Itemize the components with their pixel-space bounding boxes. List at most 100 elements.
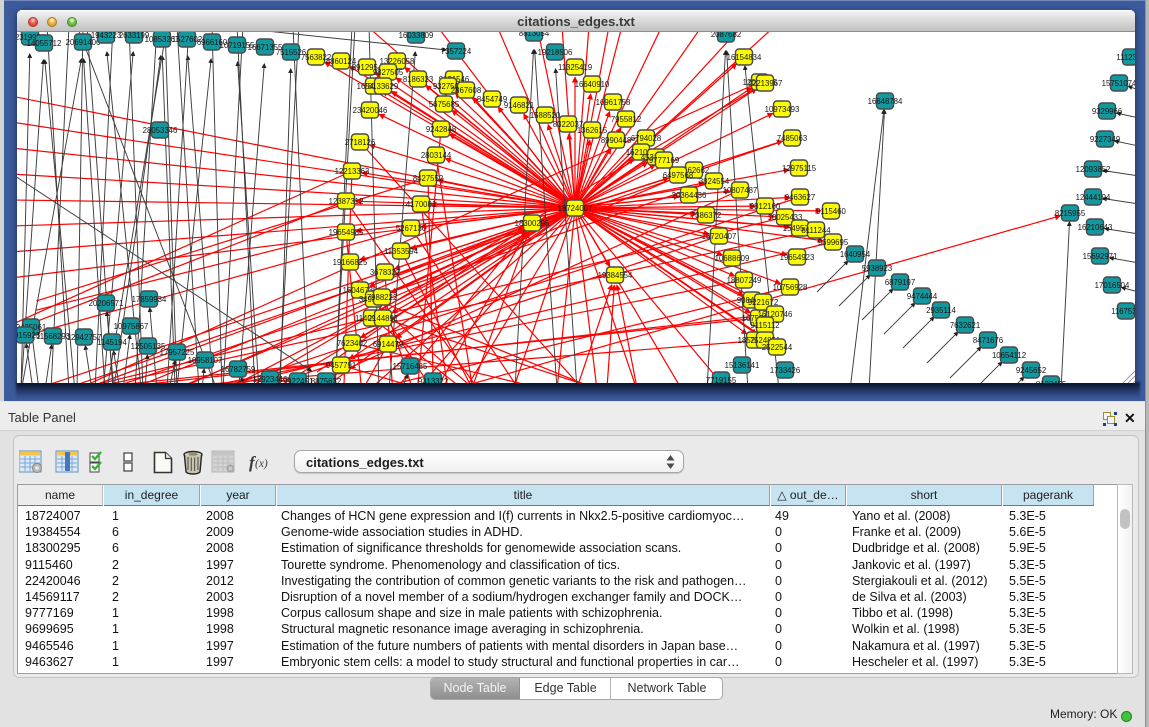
svg-text:20364436: 20364436 [672,191,707,200]
svg-text:7955812: 7955812 [611,115,641,124]
svg-text:18300295: 18300295 [515,219,550,228]
svg-text:6914479: 6914479 [373,340,403,349]
svg-text:3678332: 3678332 [370,268,400,277]
svg-text:8471676: 8471676 [973,336,1003,345]
svg-text:7623402: 7623402 [337,339,367,348]
svg-text:1112384: 1112384 [1116,53,1135,62]
svg-text:2144891: 2144891 [368,314,398,323]
svg-text:11568293: 11568293 [36,332,70,341]
svg-text:7485063: 7485063 [777,134,807,143]
svg-text:8875632: 8875632 [311,377,341,383]
svg-text:12213967: 12213967 [748,79,783,88]
svg-text:8990448: 8990448 [601,136,631,145]
svg-text:5938923: 5938923 [862,264,892,273]
svg-text:12444194: 12444194 [1076,193,1111,202]
svg-text:14055712: 14055712 [27,39,62,48]
svg-text:5675685: 5675685 [429,100,460,109]
svg-text:16961758: 16961758 [596,98,631,107]
svg-text:8186323: 8186323 [403,75,433,84]
svg-text:9463627: 9463627 [785,193,815,202]
svg-text:2935114: 2935114 [926,306,956,315]
svg-text:1362615: 1362615 [577,126,608,135]
svg-text:17016504: 17016504 [1095,281,1130,290]
svg-text:6879197: 6879197 [885,278,915,287]
svg-text:10958107: 10958107 [188,356,223,365]
svg-text:19218506: 19218506 [538,48,573,57]
svg-text:11325419: 11325419 [558,63,592,72]
svg-text:2867608: 2867608 [451,86,481,95]
svg-text:9115460: 9115460 [816,207,846,216]
svg-text:12387312: 12387312 [329,197,364,206]
svg-text:15136141: 15136141 [725,361,760,370]
svg-text:15692971: 15692971 [1083,252,1118,261]
svg-text:6794028: 6794028 [631,134,661,143]
svg-text:3824554: 3824554 [699,177,730,186]
svg-text:1733426: 1733426 [770,366,800,375]
svg-text:12975115: 12975115 [782,164,817,173]
svg-text:9115112: 9115112 [750,321,779,330]
svg-text:2522544: 2522544 [762,343,793,352]
svg-text:16210643: 16210643 [1078,223,1113,232]
svg-text:7719155: 7719155 [706,376,737,383]
svg-text:16640910: 16640910 [575,80,610,89]
svg-text:8123455: 8123455 [1036,380,1067,383]
svg-text:2803144: 2803144 [421,151,452,160]
svg-text:1588520: 1588520 [530,111,561,120]
svg-text:7988222: 7988222 [367,293,397,302]
svg-text:20206571: 20206571 [89,299,124,308]
svg-text:16782759: 16782759 [221,365,256,374]
svg-text:10654112: 10654112 [992,351,1026,360]
svg-text:1167533: 1167533 [1111,307,1135,316]
svg-text:7386372: 7386372 [691,211,721,220]
svg-text:1640954: 1640954 [840,250,871,259]
svg-text:9313322: 9313322 [418,377,448,383]
svg-text:10688609: 10688609 [715,254,750,263]
svg-text:16648784: 16648784 [868,97,903,106]
svg-text:18807249: 18807249 [727,276,762,285]
svg-text:4170081: 4170081 [406,200,436,209]
svg-text:17859934: 17859934 [132,295,167,304]
svg-text:7632621: 7632621 [950,321,980,330]
svg-text:19384554: 19384554 [598,271,633,280]
svg-text:6497568: 6497568 [663,171,693,180]
svg-text:10756928: 10756928 [773,283,808,292]
svg-text:2718126: 2718126 [345,138,375,147]
svg-text:9242848: 9242848 [426,125,456,134]
svg-text:9245652: 9245652 [1016,366,1046,375]
svg-text:8813054: 8813054 [519,32,550,38]
svg-text:8133629: 8133629 [368,82,398,91]
svg-text:12093852: 12093852 [1076,165,1111,174]
svg-text:9146821: 9146821 [504,101,534,110]
svg-text:19654985: 19654985 [329,228,364,237]
svg-text:9777169: 9777169 [649,156,679,165]
svg-text:7357224: 7357224 [441,47,472,56]
svg-text:11353594: 11353594 [384,247,419,256]
svg-text:9474444: 9474444 [907,292,938,301]
svg-text:10975867: 10975867 [114,322,149,331]
svg-text:9227349: 9227349 [1090,135,1120,144]
svg-text:10807487: 10807487 [723,186,758,195]
svg-text:2087682: 2087682 [711,32,741,39]
svg-text:9922451: 9922451 [283,377,313,383]
svg-text:9827505: 9827505 [373,68,404,77]
svg-text:18724007: 18724007 [558,204,593,213]
svg-text:16154834: 16154834 [727,53,762,62]
svg-text:8454749: 8454749 [477,95,507,104]
svg-text:16033809: 16033809 [399,32,434,40]
svg-text:15716485: 15716485 [393,362,428,371]
svg-text:19654923: 19654923 [780,253,815,262]
svg-text:23420046: 23420046 [353,106,388,115]
svg-text:(x): (x) [255,458,268,470]
svg-text:9699695: 9699695 [818,238,849,247]
svg-text:10973493: 10973493 [765,105,800,114]
svg-text:1943223: 1943223 [91,32,121,40]
svg-text:8427552: 8427552 [413,174,443,183]
svg-text:12213363: 12213363 [335,167,370,176]
svg-text:1145194: 1145194 [97,338,127,347]
svg-text:9329966: 9329966 [1092,107,1122,116]
svg-text:28053346: 28053346 [143,126,178,135]
svg-text:15751074: 15751074 [1102,79,1135,88]
svg-text:19166825: 19166825 [333,258,368,267]
svg-text:9812160: 9812160 [750,202,781,211]
svg-text:9457791: 9457791 [326,361,356,370]
